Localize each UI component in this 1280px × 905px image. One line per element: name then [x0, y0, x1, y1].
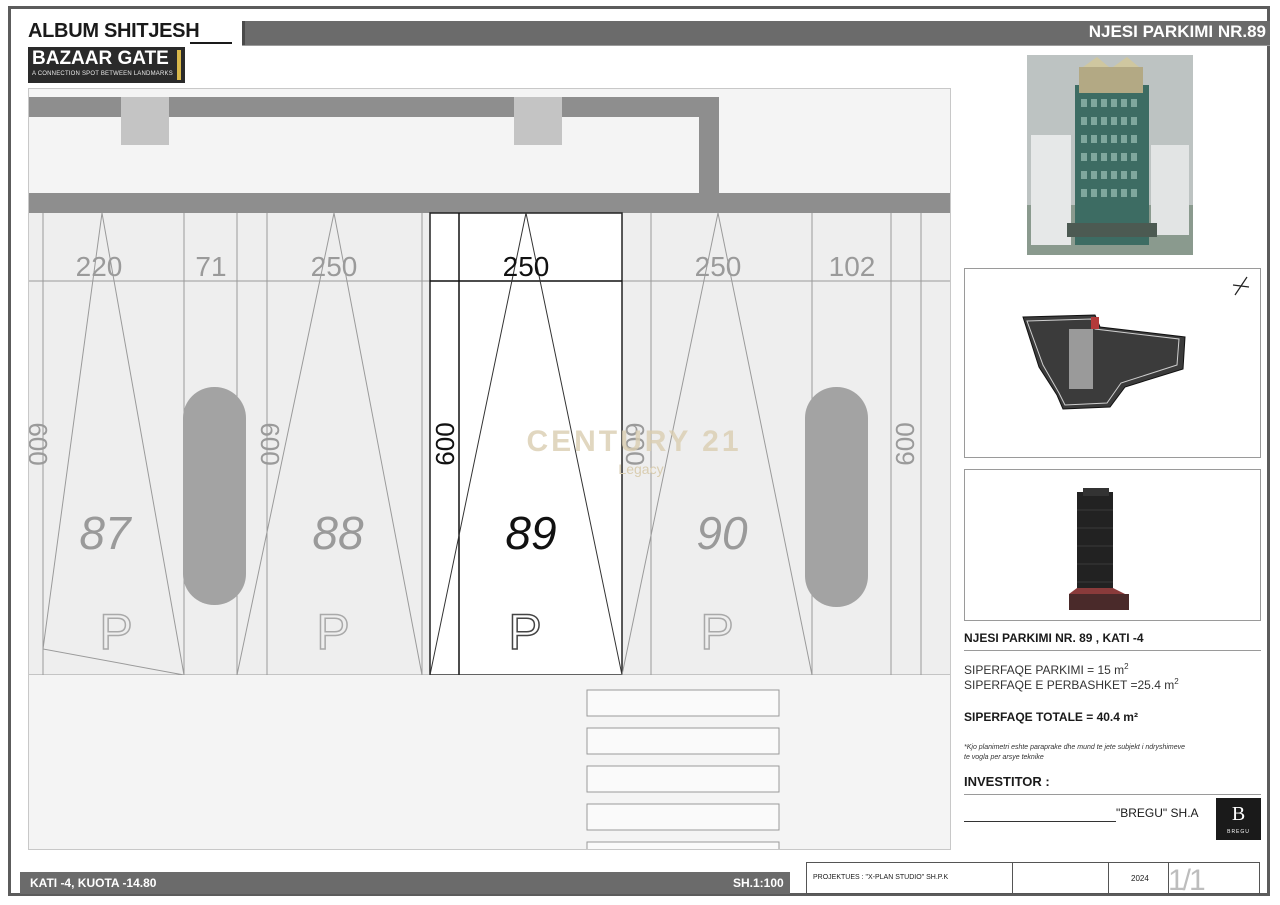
key-plan: [964, 268, 1261, 458]
tower-render-image: [1027, 55, 1193, 255]
parking-row-wall: [29, 193, 950, 213]
logo-tagline: A CONNECTION SPOT BETWEEN LANDMARKS: [32, 71, 173, 77]
building-section-drawing: [1069, 488, 1129, 610]
stall-87-number: 87: [79, 507, 132, 559]
unit-heading: NJESI PARKIMI NR.89: [1088, 22, 1266, 41]
parking-sign-89: P: [508, 604, 541, 660]
title-block-blank-cell: [1013, 863, 1109, 893]
parking-floor-plan: 220 71 250 250 250 102 600 600 600 600 6…: [28, 88, 951, 850]
album-title: ALBUM SHITJESH: [28, 20, 200, 42]
footer-scale: SH.1:100: [733, 876, 784, 890]
year-text: 2024: [1131, 874, 1149, 883]
crosswalk-stripe: [586, 727, 780, 755]
stall-90-number: 90: [696, 507, 748, 559]
logo-name: BAZAAR GATE: [32, 48, 169, 69]
bazaar-gate-logo: BAZAAR GATE A CONNECTION SPOT BETWEEN LA…: [28, 47, 185, 83]
gap-width-1: 71: [195, 251, 226, 282]
column-oval-2: [805, 387, 868, 607]
parking-sign-87: P: [99, 604, 132, 660]
shared-area: SIPERFAQE E PERBASHKET =25.4 m2: [964, 677, 1179, 692]
disclaimer-note: *Kjo planimetri eshte paraprake dhe mund…: [964, 743, 1254, 763]
stall-far-depth: 600: [890, 422, 920, 465]
upper-wall-right: [699, 97, 719, 193]
note-line-2: te vogla per arsye teknike: [964, 754, 1044, 761]
tower-render-svg: [1027, 55, 1193, 255]
logo-accent-bar: [177, 50, 181, 80]
unit-title: NJESI PARKIMI NR. 89 , KATI -4: [964, 631, 1144, 645]
parking-area: SIPERFAQE PARKIMI = 15 m2: [964, 662, 1129, 677]
stall-89-depth: 600: [430, 422, 460, 465]
column-2: [514, 97, 562, 145]
header-divider: [242, 45, 1270, 46]
shared-area-text: SIPERFAQE E PERBASHKET =25.4 m: [964, 678, 1175, 692]
watermark-brand: CENTURY 21: [526, 425, 741, 458]
stall-89-number: 89: [505, 507, 556, 559]
bregu-logo: B BREGU: [1216, 798, 1261, 840]
stall-88-depth: 600: [255, 422, 285, 465]
parking-plan-drawing: 220 71 250 250 250 102 600 600 600 600 6…: [29, 89, 950, 849]
watermark-sub: Legacy: [618, 461, 663, 477]
sheet-number: 1/1: [1168, 864, 1206, 897]
building-section: [964, 469, 1261, 621]
investitor-label: INVESTITOR :: [964, 774, 1050, 789]
investitor-rule: [964, 794, 1261, 795]
crosswalk-stripe: [586, 841, 780, 849]
column-1: [121, 97, 169, 145]
left-edge-depth: 600: [29, 422, 53, 465]
key-plan-drawing: [1022, 276, 1250, 410]
parking-sign-90: P: [700, 604, 733, 660]
shared-area-sup: 2: [1174, 677, 1179, 686]
parking-area-sup: 2: [1124, 662, 1129, 671]
stall-87-width: 220: [76, 251, 123, 282]
bregu-logo-mark: B: [1231, 803, 1246, 825]
stall-88-number: 88: [312, 507, 364, 559]
crosswalk-stripe: [586, 803, 780, 831]
unit-title-rule: [964, 650, 1261, 651]
signature-line: [964, 821, 1116, 822]
parking-sign-88: P: [316, 604, 349, 660]
title-block-year-cell: 2024: [1109, 863, 1169, 893]
parking-area-text: SIPERFAQE PARKIMI = 15 m: [964, 663, 1125, 677]
total-area: SIPERFAQE TOTALE = 40.4 m²: [964, 710, 1138, 724]
crosswalk-stripe: [586, 689, 780, 717]
gap-width-2: 102: [829, 251, 876, 282]
stall-88-width: 250: [311, 251, 358, 282]
footer-level: KATI -4, KUOTA -14.80: [30, 876, 157, 890]
investor-name: "BREGU" SH.A: [1116, 806, 1199, 820]
stall-89-width: 250: [503, 251, 550, 282]
drive-aisle: [29, 675, 950, 849]
crosswalk-stripe: [586, 765, 780, 793]
album-title-underline: [190, 42, 232, 44]
stall-90-width: 250: [695, 251, 742, 282]
note-line-1: *Kjo planimetri eshte paraprake dhe mund…: [964, 744, 1186, 751]
column-oval-1: [183, 387, 246, 605]
bregu-logo-sub: BREGU: [1227, 829, 1250, 835]
designer-text: PROJEKTUES : "X-PLAN STUDIO" SH.P.K: [813, 874, 949, 881]
title-block-designer-cell: PROJEKTUES : "X-PLAN STUDIO" SH.P.K: [807, 863, 1013, 893]
